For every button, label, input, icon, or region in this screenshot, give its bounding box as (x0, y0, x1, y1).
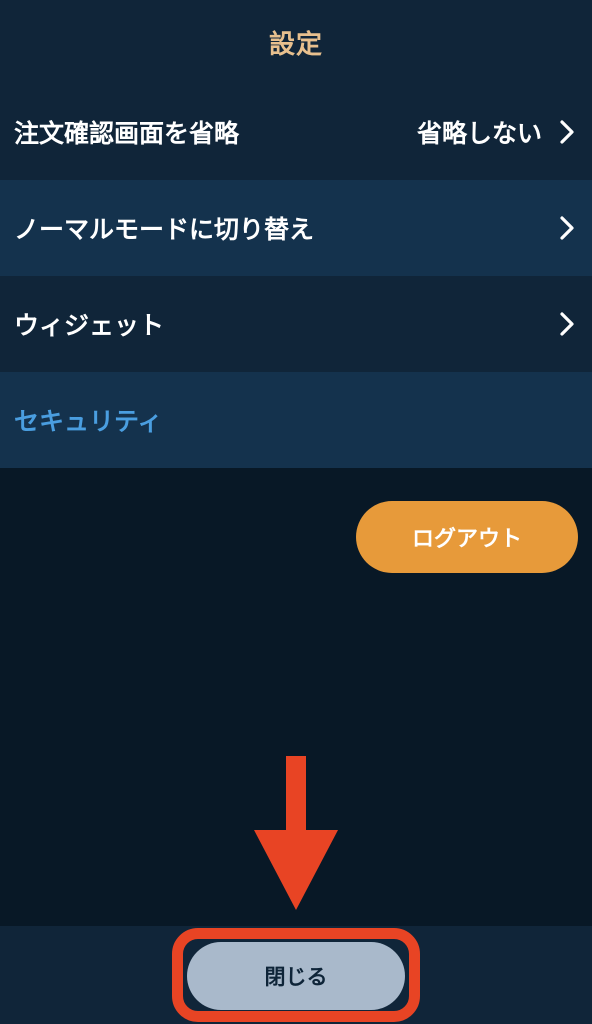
settings-row-switch-normal-mode[interactable]: ノーマルモードに切り替え (0, 180, 592, 276)
settings-row-label: 注文確認画面を省略 (14, 119, 240, 148)
settings-row-label: セキュリティ (14, 407, 163, 436)
chevron-right-icon (556, 118, 578, 146)
chevron-right-icon (556, 310, 578, 338)
close-button[interactable]: 閉じる (187, 942, 405, 1010)
settings-row-security[interactable]: セキュリティ (0, 372, 592, 468)
settings-row-label: ウィジェット (14, 311, 165, 340)
settings-row-value: 省略しない (416, 119, 542, 148)
header-bar: 設定 (0, 0, 592, 84)
annotation-arrow-down-icon (254, 756, 338, 910)
settings-screen: 設定 注文確認画面を省略 省略しない ノーマルモードに切り替え ウィジェット セ… (0, 0, 592, 1024)
chevron-right-icon (556, 214, 578, 242)
settings-row-widget[interactable]: ウィジェット (0, 276, 592, 372)
settings-row-skip-order-confirmation[interactable]: 注文確認画面を省略 省略しない (0, 84, 592, 180)
settings-row-label: ノーマルモードに切り替え (14, 215, 315, 244)
logout-button[interactable]: ログアウト (356, 501, 578, 573)
page-title: 設定 (268, 29, 323, 60)
